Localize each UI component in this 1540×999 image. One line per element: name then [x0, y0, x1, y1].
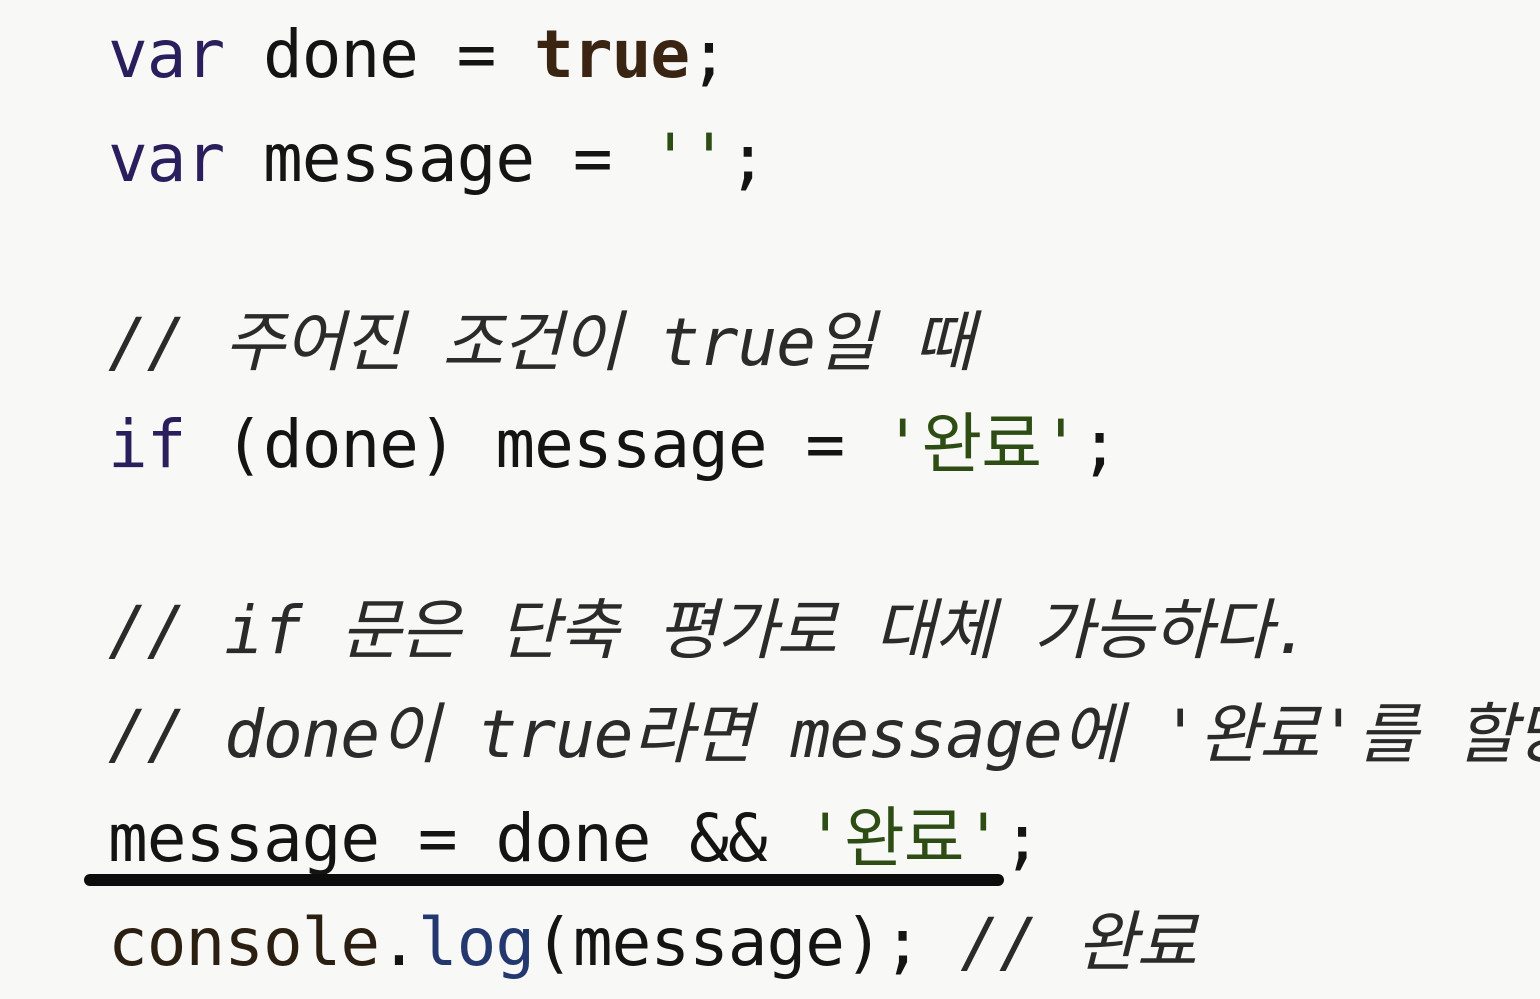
literal-true: true: [534, 16, 690, 93]
semicolon: ;: [1079, 406, 1120, 483]
keyword-var: var: [108, 16, 225, 93]
operator-assign: =: [805, 406, 845, 483]
identifier-done: done: [262, 16, 419, 93]
keyword-if: if: [108, 406, 186, 483]
code-line-4: message = done && '완료';: [108, 806, 1042, 872]
operator-assign: =: [417, 800, 458, 877]
comment-line-2: // if 문은 단축 평가로 대체 가능하다.: [108, 592, 1311, 669]
semicolon: ;: [689, 16, 729, 93]
comment-line-1: // 주어진 조건이 true일 때: [108, 304, 974, 381]
string-complete: '완료': [805, 800, 1003, 877]
condition-done: (done): [224, 406, 457, 483]
identifier-console: console: [108, 904, 380, 981]
semicolon: ;: [1002, 800, 1042, 877]
identifier-message: message: [262, 120, 535, 197]
call-args: (message);: [534, 904, 922, 981]
code-line-3: if (done) message = '완료';: [108, 412, 1119, 478]
string-complete: '완료': [882, 406, 1081, 483]
comment-line-3: // done이 true라면 message에 '완료'를 할당: [108, 696, 1540, 773]
operator-and: &&: [689, 800, 767, 877]
operator-assign: =: [572, 120, 613, 197]
identifier-message: message: [108, 800, 380, 877]
identifier-message: message: [495, 406, 767, 483]
code-line-2: var message = '';: [108, 126, 768, 192]
operator-assign: =: [456, 16, 497, 93]
semicolon: ;: [727, 120, 768, 197]
comment-inline: // 완료: [960, 904, 1197, 981]
emphasis-underline: [84, 874, 1004, 886]
code-page: var done = true; var message = ''; // 주어…: [0, 0, 1540, 999]
function-log: log: [417, 904, 535, 981]
string-empty: '': [650, 120, 728, 197]
code-line-1: var done = true;: [108, 22, 729, 88]
code-line-5: console.log(message); // 완료: [108, 910, 1197, 976]
dot: .: [379, 904, 419, 981]
identifier-done: done: [495, 800, 651, 877]
keyword-var: var: [108, 120, 225, 197]
